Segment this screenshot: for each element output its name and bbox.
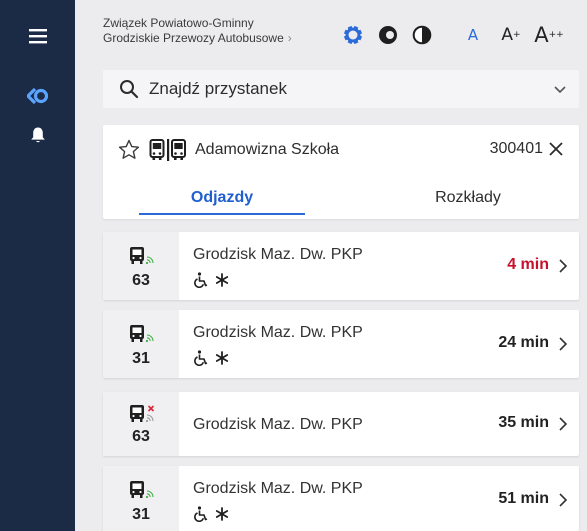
bus-icon: [130, 247, 154, 265]
settings-ring-icon: [343, 25, 363, 45]
line-badge: 31: [103, 310, 179, 378]
search-icon: [120, 80, 139, 99]
high-contrast-button[interactable]: [405, 22, 439, 48]
asterisk-icon: [215, 273, 229, 287]
line-number: 63: [132, 428, 150, 445]
chevron-right-icon[interactable]: [557, 416, 569, 432]
font-size-largest-label: A: [534, 23, 549, 47]
stop-tabs: Odjazdy Rozkłady: [103, 177, 579, 219]
line-number: 31: [132, 350, 150, 367]
logo-button[interactable]: [0, 76, 75, 116]
departure-row[interactable]: 63 Grodzisk Maz. Dw. PKP 35 min: [103, 392, 579, 456]
star-icon[interactable]: [117, 138, 141, 162]
wheelchair-icon: [194, 350, 208, 366]
settings-button[interactable]: [339, 22, 367, 48]
tab-timetables[interactable]: Rozkłady: [403, 177, 533, 219]
dark-mode-button[interactable]: [371, 22, 405, 48]
destination: Grodzisk Maz. Dw. PKP: [193, 246, 363, 263]
line-number: 31: [132, 506, 150, 523]
chevron-down-icon[interactable]: [553, 82, 567, 96]
search-input[interactable]: Znajdź przystanek: [149, 79, 287, 99]
wheelchair-icon: [194, 272, 208, 288]
logo-icon: [26, 87, 48, 105]
bell-icon: [30, 127, 45, 143]
wheelchair-icon: [194, 506, 208, 522]
line-number: 63: [132, 272, 150, 289]
font-size-normal-button[interactable]: A: [453, 22, 493, 48]
features: [193, 272, 229, 288]
departure-row[interactable]: 31 Grodzisk Maz. Dw. PKP 51 min: [103, 466, 579, 531]
font-size-largest-button[interactable]: A ++: [529, 22, 569, 48]
signal-icon: [145, 334, 154, 343]
top-bar: Związek Powiatowo-Gminny Grodziskie Prze…: [75, 0, 587, 66]
destination: Grodzisk Maz. Dw. PKP: [193, 324, 363, 341]
departure-time: 51 min: [498, 490, 549, 507]
stop-card: Adamowizna Szkoła 300401 Odjazdy Rozkład…: [103, 125, 579, 219]
destination: Grodzisk Maz. Dw. PKP: [193, 480, 363, 497]
bus-stop-icon: [149, 139, 186, 161]
menu-icon: [28, 29, 47, 44]
line-badge: 63: [103, 392, 179, 456]
font-size-larger-sup: +: [513, 30, 521, 40]
org-name-line2: Grodziskie Przewozy Autobusowe: [103, 31, 284, 45]
notifications-button[interactable]: [0, 115, 75, 155]
organization-link[interactable]: Związek Powiatowo-Gminny Grodziskie Prze…: [103, 16, 292, 46]
sidebar: [0, 0, 75, 531]
departure-time: 35 min: [498, 414, 549, 431]
features: [193, 506, 229, 522]
menu-button[interactable]: [0, 16, 75, 56]
chevron-right-icon: ›: [287, 31, 292, 45]
bus-icon: [130, 325, 154, 343]
accessibility-tools: A A + A ++: [339, 22, 569, 48]
asterisk-icon: [215, 351, 229, 365]
features: [193, 350, 229, 366]
departure-time: 4 min: [507, 256, 549, 273]
chevron-right-icon[interactable]: [557, 336, 569, 352]
departure-row[interactable]: 31 Grodzisk Maz. Dw. PKP 24 min: [103, 310, 579, 378]
chevron-right-icon[interactable]: [557, 492, 569, 508]
font-size-largest-sup: ++: [548, 30, 564, 40]
half-contrast-icon: [412, 25, 432, 45]
no-signal-icon: [145, 405, 155, 423]
asterisk-icon: [215, 507, 229, 521]
font-size-larger-label: A: [501, 25, 514, 45]
org-name-line1: Związek Powiatowo-Gminny: [103, 16, 254, 30]
bus-icon: [130, 405, 155, 423]
signal-icon: [145, 256, 154, 265]
chevron-right-icon[interactable]: [557, 258, 569, 274]
stop-header: Adamowizna Szkoła 300401: [117, 137, 565, 163]
signal-icon: [145, 490, 154, 499]
font-size-larger-button[interactable]: A +: [493, 22, 529, 48]
stop-name: Adamowizna Szkoła: [195, 141, 340, 158]
contrast-icon: [379, 26, 397, 44]
stop-code: 300401: [489, 140, 543, 157]
departure-row[interactable]: 63 Grodzisk Maz. Dw. PKP 4 min: [103, 232, 579, 300]
stop-search[interactable]: Znajdź przystanek: [103, 70, 579, 108]
tab-departures[interactable]: Odjazdy: [139, 177, 305, 219]
destination: Grodzisk Maz. Dw. PKP: [193, 416, 363, 433]
bus-icon: [130, 481, 154, 499]
close-icon[interactable]: [547, 140, 565, 158]
line-badge: 63: [103, 232, 179, 300]
main-panel: Związek Powiatowo-Gminny Grodziskie Prze…: [75, 0, 587, 531]
departure-time: 24 min: [498, 334, 549, 351]
line-badge: 31: [103, 466, 179, 531]
